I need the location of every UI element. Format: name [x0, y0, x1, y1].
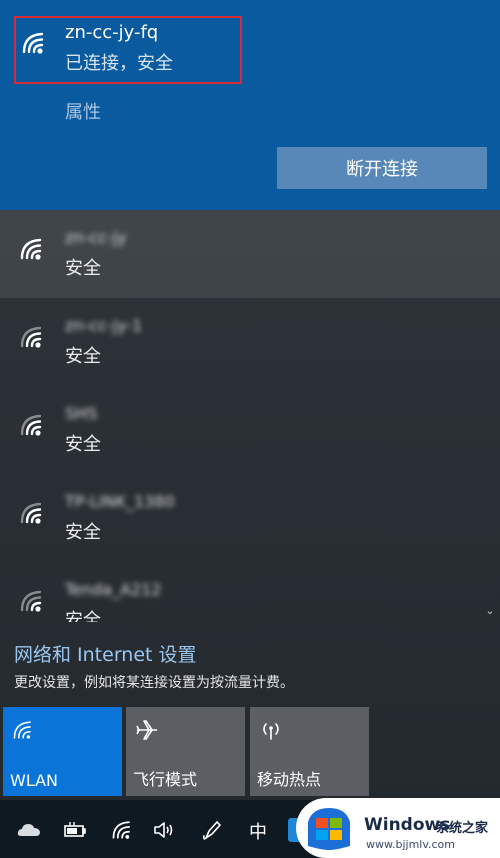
network-flyout: zn-cc-jy-fq 已连接，安全 属性 断开连接 zn-cc-jy 安全 z…: [0, 0, 500, 800]
network-status: 安全: [65, 258, 101, 279]
hotspot-icon: [258, 717, 284, 743]
network-list[interactable]: zn-cc-jy 安全 zn-cc-jy-1 安全 SHS 安全 TP-LINK…: [0, 210, 500, 622]
wifi-icon: [11, 717, 37, 743]
connected-ssid: zn-cc-jy-fq: [65, 22, 159, 43]
windows-logo-icon: [306, 806, 352, 852]
connected-status: 已连接，安全: [65, 53, 173, 74]
network-ssid: zn-cc-jy: [65, 228, 127, 247]
network-status: 安全: [65, 346, 101, 367]
wifi-signal-icon: [20, 30, 50, 56]
airplane-mode-tile-label: 飞行模式: [133, 770, 198, 789]
scroll-down-icon[interactable]: ⌄: [484, 604, 496, 618]
wifi-signal-icon: [18, 324, 48, 350]
network-item[interactable]: SHS 安全: [0, 386, 500, 474]
network-status: 安全: [65, 522, 101, 543]
wlan-tile[interactable]: WLAN: [3, 707, 122, 796]
wifi-signal-icon: [18, 588, 48, 614]
network-settings-description: 更改设置，例如将某连接设置为按流量计费。: [14, 675, 294, 691]
volume-icon[interactable]: [152, 818, 178, 842]
connected-network[interactable]: zn-cc-jy-fq 已连接，安全 属性 断开连接: [0, 0, 500, 210]
network-status: 安全: [65, 610, 101, 622]
network-item[interactable]: TP-LINK_1380 安全: [0, 474, 500, 562]
properties-link[interactable]: 属性: [65, 98, 101, 124]
wifi-signal-icon: [18, 412, 48, 438]
ime-indicator[interactable]: 中: [249, 818, 267, 844]
network-settings-link[interactable]: 网络和 Internet 设置: [14, 640, 197, 667]
airplane-icon: [134, 717, 160, 743]
wifi-icon[interactable]: [110, 818, 136, 842]
battery-icon[interactable]: [62, 818, 88, 842]
wlan-tile-label: WLAN: [10, 771, 59, 790]
watermark-url: www.bjjmlv.com: [366, 838, 455, 851]
network-item[interactable]: zn-cc-jy 安全: [0, 210, 500, 298]
network-item[interactable]: Tenda_A212 安全: [0, 562, 500, 622]
network-status: 安全: [65, 434, 101, 455]
network-ssid: Tenda_A212: [65, 580, 162, 599]
pen-icon[interactable]: [200, 818, 226, 842]
wifi-signal-icon: [18, 500, 48, 526]
watermark-brand-cn: 系统之家: [436, 821, 489, 836]
wifi-signal-icon: [18, 236, 48, 262]
network-item[interactable]: zn-cc-jy-1 安全: [0, 298, 500, 386]
mobile-hotspot-tile[interactable]: 移动热点: [250, 707, 369, 796]
disconnect-button[interactable]: 断开连接: [277, 147, 487, 189]
onedrive-icon[interactable]: [16, 818, 42, 842]
airplane-mode-tile[interactable]: 飞行模式: [126, 707, 245, 796]
watermark: Windows 系统之家 www.bjjmlv.com: [296, 798, 500, 858]
network-ssid: TP-LINK_1380: [65, 492, 175, 511]
network-ssid: SHS: [65, 404, 98, 423]
network-ssid: zn-cc-jy-1: [65, 316, 143, 335]
mobile-hotspot-tile-label: 移动热点: [257, 770, 322, 789]
